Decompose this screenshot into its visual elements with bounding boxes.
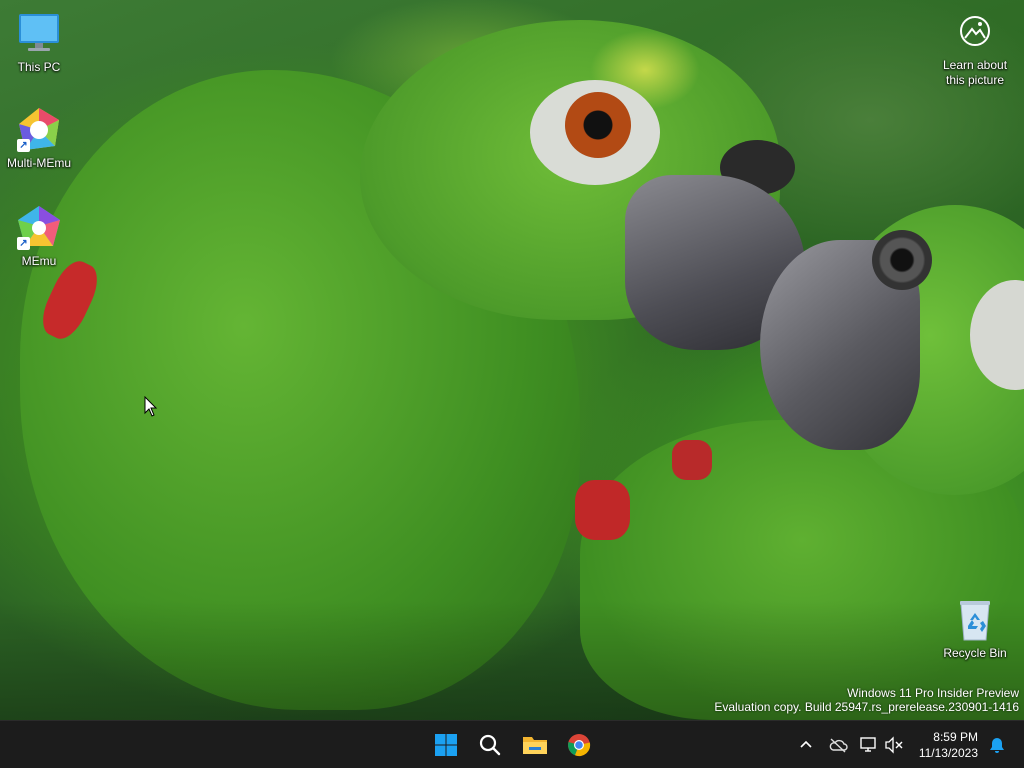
watermark-line2: Evaluation copy. Build 25947.rs_prerelea…: [714, 700, 1019, 714]
clock-time: 8:59 PM: [933, 730, 978, 744]
monitor-icon: [15, 10, 63, 58]
clock-button[interactable]: 8:59 PM 11/13/2023: [908, 729, 978, 761]
desktop-icon-multi-memu[interactable]: ↗ Multi-MEmu: [1, 106, 77, 170]
network-button[interactable]: [857, 733, 881, 757]
chrome-icon: [568, 734, 591, 757]
search-icon: [479, 734, 501, 756]
search-button[interactable]: [470, 725, 510, 765]
learn-about-picture[interactable]: Learn about this picture: [928, 10, 1022, 88]
show-hidden-icons-button[interactable]: [794, 733, 818, 757]
mouse-cursor: [144, 396, 158, 417]
windows-logo-icon: [435, 734, 457, 756]
shortcut-arrow-icon: ↗: [17, 237, 30, 250]
start-button[interactable]: [426, 725, 466, 765]
taskbar: 8:59 PM 11/13/2023: [0, 720, 1024, 768]
clock-date: 11/13/2023: [918, 746, 978, 760]
desktop-icon-label: Recycle Bin: [943, 646, 1007, 660]
volume-muted-icon: [885, 736, 903, 754]
evaluation-watermark: Windows 11 Pro Insider Preview Evaluatio…: [714, 686, 1019, 714]
wallpaper-parrot2-cere: [872, 230, 932, 290]
desktop-icon-label: Multi-MEmu: [6, 156, 71, 170]
multi-memu-icon: ↗: [15, 106, 63, 154]
folder-icon: [523, 737, 547, 754]
wallpaper-parrot2-wing-red: [575, 480, 630, 540]
wallpaper-parrot-eye: [565, 92, 631, 158]
shortcut-arrow-icon: ↗: [17, 139, 30, 152]
wallpaper-parrot2-wing-red-2: [672, 440, 712, 480]
desktop-wallpaper: [0, 0, 1024, 720]
learn-about-label-line1: Learn about: [942, 58, 1008, 72]
watermark-line1: Windows 11 Pro Insider Preview: [847, 686, 1019, 700]
onedrive-button[interactable]: [826, 733, 850, 757]
desktop-icon-label: MEmu: [21, 254, 57, 268]
chevron-up-icon: [800, 740, 812, 748]
bell-icon: [990, 738, 1004, 753]
recycle-bin-icon: [951, 596, 999, 644]
desktop-icon-this-pc[interactable]: This PC: [1, 10, 77, 74]
desktop-icon-label: This PC: [17, 60, 61, 74]
learn-about-label-line2: this picture: [945, 73, 1005, 87]
chrome-button[interactable]: [559, 725, 599, 765]
desktop-icon-memu[interactable]: ↗ MEmu: [1, 204, 77, 268]
camera-info-icon: [954, 10, 996, 52]
network-icon: [860, 737, 876, 752]
desktop-icon-recycle-bin[interactable]: Recycle Bin: [937, 596, 1013, 660]
memu-icon: ↗: [15, 204, 63, 252]
notifications-button[interactable]: [985, 733, 1009, 757]
volume-button[interactable]: [882, 733, 906, 757]
file-explorer-button[interactable]: [515, 725, 555, 765]
cloud-offline-icon: [829, 738, 848, 753]
